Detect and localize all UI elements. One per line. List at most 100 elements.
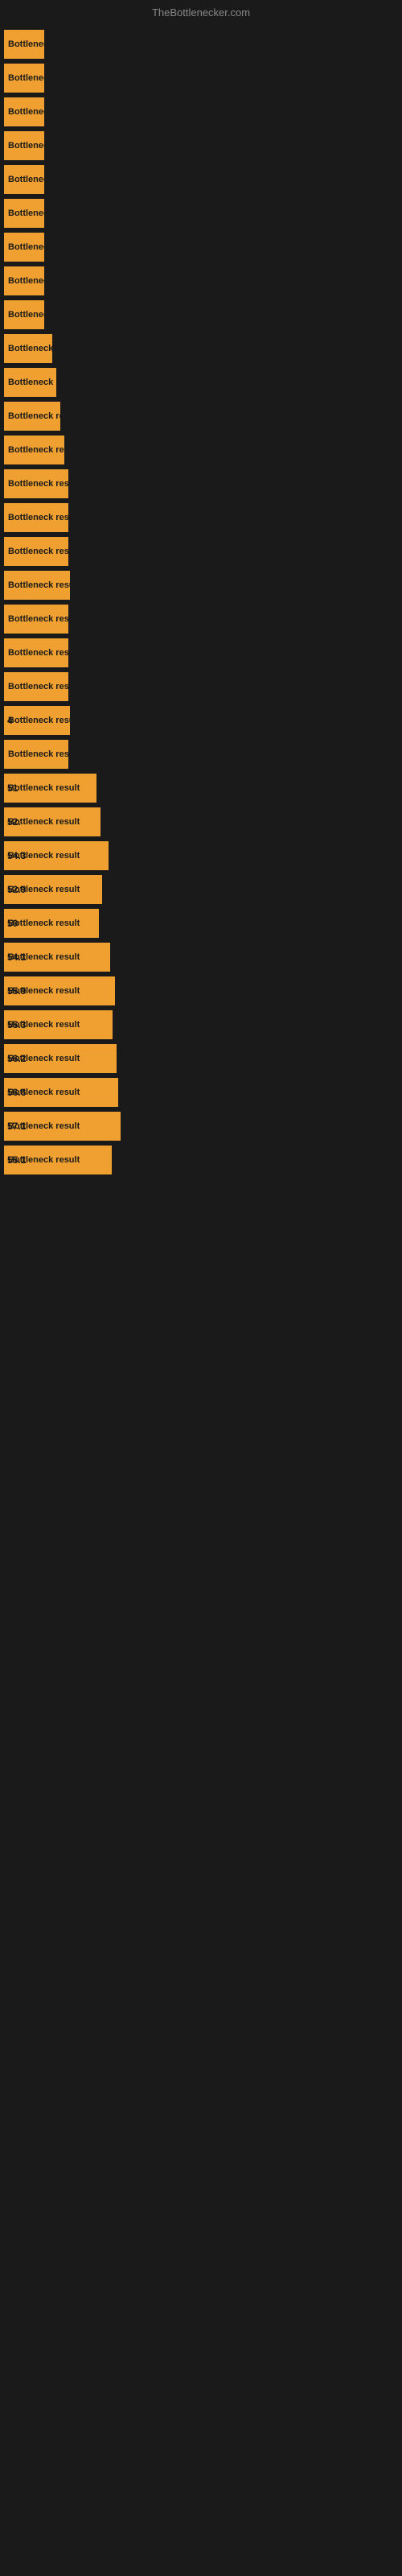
bar-label: Bottleneck result (6, 199, 80, 228)
bar-label: Bottleneck result (6, 165, 80, 194)
bar-container: Bottleneck result (4, 30, 374, 59)
bar-fill: Bottleneck result (4, 402, 60, 431)
bar-container: Bottleneck result (4, 199, 374, 228)
bar-label: Bottleneck result (6, 706, 80, 735)
bar-container: Bottleneck result (4, 638, 374, 667)
bar-container: Bottleneck result (4, 266, 374, 295)
bar-fill: Bottleneck result (4, 199, 44, 228)
bar-row: Bottleneck result (4, 64, 394, 93)
bar-row: Bottleneck result55.9 (4, 976, 394, 1005)
bar-row: Bottleneck result (4, 436, 394, 464)
bar-container: Bottleneck result (4, 537, 374, 566)
bar-label: Bottleneck result (6, 402, 80, 431)
bar-container: Bottleneck result55.9 (4, 976, 374, 1005)
bar-row: Bottleneck result (4, 402, 394, 431)
bar-label: Bottleneck result (6, 638, 80, 667)
bar-fill: Bottleneck result56.6 (4, 1078, 118, 1107)
bar-container: Bottleneck result4 (4, 706, 374, 735)
bar-row: Bottleneck result52. (4, 807, 394, 836)
bar-container: Bottleneck result (4, 402, 374, 431)
bar-fill: Bottleneck result (4, 97, 44, 126)
bar-fill: Bottleneck result (4, 131, 44, 160)
bar-container: Bottleneck result (4, 672, 374, 701)
bar-label: Bottleneck result (6, 503, 80, 532)
bar-label: Bottleneck result (6, 233, 80, 262)
bar-fill: Bottleneck result50 (4, 909, 99, 938)
bar-row: Bottleneck result54.3 (4, 841, 394, 870)
bar-container: Bottleneck result (4, 64, 374, 93)
bar-row: Bottleneck result (4, 571, 394, 600)
bar-row: Bottleneck result (4, 97, 394, 126)
bar-fill: Bottleneck result52. (4, 807, 100, 836)
bar-label: Bottleneck result (6, 436, 80, 464)
bar-label: Bottleneck result (6, 537, 80, 566)
bar-row: Bottleneck result (4, 368, 394, 397)
bar-container: Bottleneck result (4, 503, 374, 532)
bar-container: Bottleneck result52. (4, 807, 374, 836)
bar-row: Bottleneck result (4, 233, 394, 262)
bar-row: Bottleneck result55.3 (4, 1010, 394, 1039)
bar-label: Bottleneck result (6, 875, 80, 904)
bar-label: Bottleneck result (6, 841, 80, 870)
bar-fill: Bottleneck result (4, 605, 68, 634)
bar-row: Bottleneck result (4, 672, 394, 701)
bar-label: Bottleneck result (6, 774, 80, 803)
bar-container: Bottleneck result (4, 300, 374, 329)
bar-fill: Bottleneck result57.1 (4, 1112, 121, 1141)
bar-row: Bottleneck result (4, 605, 394, 634)
bar-fill: Bottleneck result52.9 (4, 875, 102, 904)
bar-fill: Bottleneck result (4, 64, 44, 93)
bar-fill: Bottleneck result4 (4, 706, 70, 735)
bar-row: Bottleneck result54.1 (4, 943, 394, 972)
bar-row: Bottleneck result (4, 537, 394, 566)
bar-fill: Bottleneck result (4, 334, 52, 363)
bar-row: Bottleneck result (4, 300, 394, 329)
bar-container: Bottleneck result50 (4, 909, 374, 938)
bar-label: Bottleneck result (6, 64, 80, 93)
bar-container: Bottleneck result54.1 (4, 943, 374, 972)
bar-container: Bottleneck result (4, 571, 374, 600)
bar-fill: Bottleneck result (4, 233, 44, 262)
bar-label: Bottleneck result (6, 300, 80, 329)
bar-container: Bottleneck result (4, 605, 374, 634)
bar-fill: Bottleneck result (4, 436, 64, 464)
bar-row: Bottleneck result (4, 266, 394, 295)
bar-fill: Bottleneck result54.1 (4, 943, 110, 972)
bar-row: Bottleneck result (4, 503, 394, 532)
bar-label: Bottleneck result (6, 1044, 80, 1073)
bar-container: Bottleneck result52.9 (4, 875, 374, 904)
bar-label: Bottleneck result (6, 909, 80, 938)
bar-fill: Bottleneck result (4, 300, 44, 329)
bar-container: Bottleneck result (4, 97, 374, 126)
bar-row: Bottleneck result (4, 131, 394, 160)
bar-row: Bottleneck result51 (4, 774, 394, 803)
bar-label: Bottleneck result (6, 469, 80, 498)
bar-container: Bottleneck result (4, 469, 374, 498)
bar-row: Bottleneck result (4, 638, 394, 667)
bar-container: Bottleneck result (4, 436, 374, 464)
bar-row: Bottleneck result (4, 30, 394, 59)
bar-container: Bottleneck result54.3 (4, 841, 374, 870)
bar-fill: Bottleneck result (4, 571, 70, 600)
bar-row: Bottleneck result56.6 (4, 1078, 394, 1107)
bar-row: Bottleneck result (4, 165, 394, 194)
bar-fill: Bottleneck result (4, 368, 56, 397)
bar-fill: Bottleneck result (4, 638, 68, 667)
bar-row: Bottleneck result56.2 (4, 1044, 394, 1073)
bar-label: Bottleneck result (6, 1010, 80, 1039)
bar-label: Bottleneck result (6, 740, 80, 769)
bar-container: Bottleneck result56.6 (4, 1078, 374, 1107)
bar-container: Bottleneck result (4, 368, 374, 397)
bar-label: Bottleneck result (6, 368, 80, 397)
bar-container: Bottleneck result (4, 740, 374, 769)
bar-fill: Bottleneck result (4, 266, 44, 295)
bar-fill: Bottleneck result54.3 (4, 841, 109, 870)
bar-container: Bottleneck result (4, 131, 374, 160)
bar-label: Bottleneck result (6, 334, 80, 363)
bar-label: Bottleneck result (6, 266, 80, 295)
bar-fill: Bottleneck result (4, 537, 68, 566)
bar-row: Bottleneck result4 (4, 706, 394, 735)
bar-row: Bottleneck result (4, 740, 394, 769)
bar-container: Bottleneck result51 (4, 774, 374, 803)
bar-label: Bottleneck result (6, 1112, 80, 1141)
